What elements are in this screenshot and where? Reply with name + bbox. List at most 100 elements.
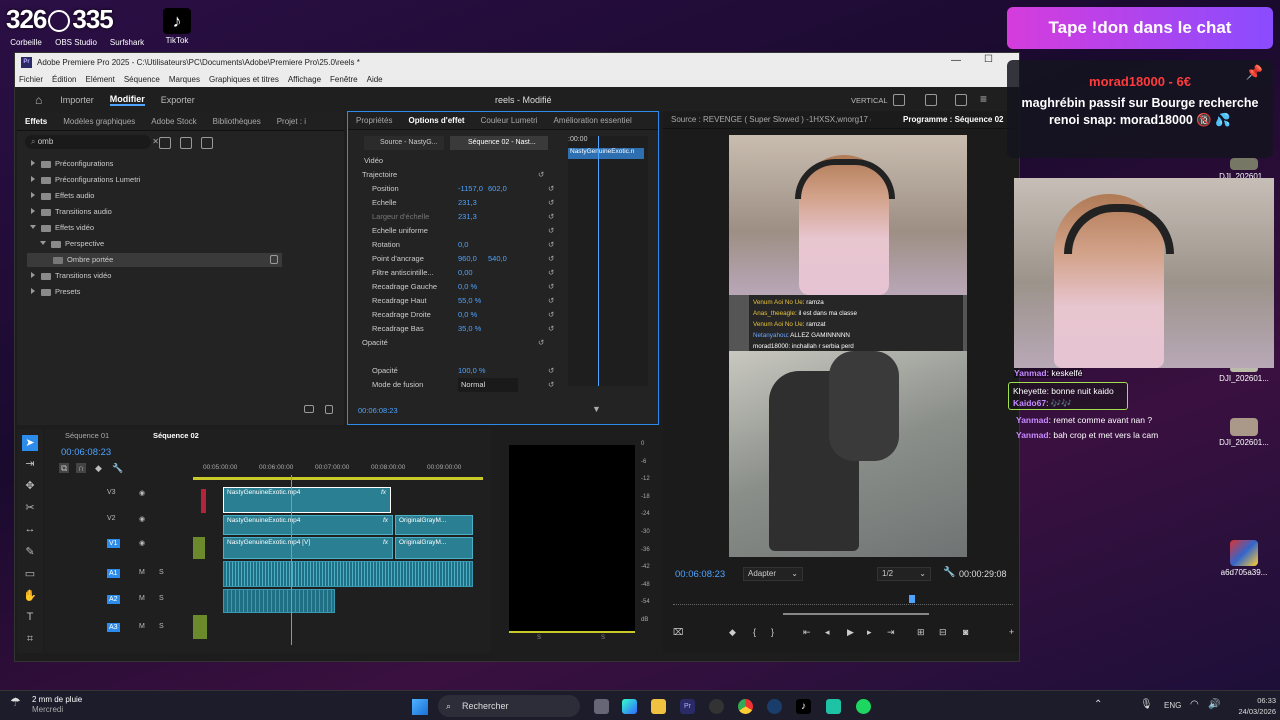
program-ruler[interactable] (673, 595, 1013, 605)
menu-icon[interactable]: ≡ (980, 92, 987, 106)
property-row[interactable]: Recadrage Gauche 0,0 % ↺ (372, 280, 554, 294)
mute-icon[interactable]: M (139, 595, 145, 602)
taskbar-search[interactable]: ⌕ Rechercher (438, 695, 580, 717)
ripple-tool-icon[interactable]: ✥ (17, 479, 43, 501)
mute-icon[interactable]: M (139, 569, 145, 576)
property-row[interactable]: Recadrage Bas 35,0 % ↺ (372, 322, 554, 336)
property-value[interactable]: 960,0 (458, 252, 488, 266)
tree-item-preconfig[interactable]: Préconfigurations (31, 157, 113, 171)
track-select-tool-icon[interactable]: ⇥ (17, 457, 43, 479)
property-row[interactable]: Rotation 0,0 ↺ (372, 238, 554, 252)
property-row[interactable]: Position -1157,0 602,0 ↺ (372, 182, 554, 196)
property-value[interactable]: 55,0 % (458, 294, 488, 308)
tree-item-transitions-video[interactable]: Transitions vidéo (31, 269, 111, 283)
property-value-2[interactable]: 602,0 (488, 184, 507, 193)
steam-icon[interactable] (767, 699, 782, 714)
property-row[interactable]: Echelle 231,3 ↺ (372, 196, 554, 210)
tab-modeles[interactable]: Modèles graphiques (63, 117, 135, 126)
timeline-tab-seq02[interactable]: Séquence 02 (153, 431, 199, 440)
lift-icon[interactable]: ⊞ (917, 627, 925, 638)
minimize-button[interactable]: — (951, 55, 961, 66)
source-monitor-label[interactable]: Source : REVENGE ( Super Slowed ) -1HXSX… (671, 115, 871, 124)
tab-bibliotheques[interactable]: Bibliothèques (213, 117, 261, 126)
clock[interactable]: 06:33 24/03/2026 (1228, 695, 1276, 717)
property-value[interactable]: 231,3 (458, 210, 488, 224)
tab-projet[interactable]: Projet : i (277, 117, 306, 126)
premiere-taskbar-icon[interactable]: Pr (680, 699, 695, 714)
go-to-in-icon[interactable]: ⇤ (803, 627, 811, 638)
menu-fichier[interactable]: Fichier (19, 75, 43, 84)
marker-icon[interactable]: ⌧ (673, 627, 683, 638)
property-row[interactable]: Recadrage Droite 0,0 % ↺ (372, 308, 554, 322)
property-row[interactable]: Point d'ancrage 960,0 540,0 ↺ (372, 252, 554, 266)
weather-widget[interactable]: ☂ 2 mm de pluie Mercredi (10, 695, 82, 715)
ec-playhead[interactable] (598, 136, 599, 386)
obs-taskbar-icon[interactable] (709, 699, 724, 714)
reset-icon[interactable]: ↺ (548, 196, 554, 210)
property-row[interactable]: Mode de fusion Normal ↺ (372, 378, 554, 392)
property-value[interactable]: 100,0 % (458, 364, 488, 378)
menu-sequence[interactable]: Séquence (124, 75, 160, 84)
tree-item-perspective[interactable]: Perspective (40, 237, 104, 251)
menu-affichage[interactable]: Affichage (288, 75, 321, 84)
razor-tool-icon[interactable]: ✂ (17, 501, 43, 523)
property-row[interactable]: Echelle uniforme ↺ (372, 224, 554, 238)
effects-search[interactable]: ⌕ omb ✕ (25, 135, 159, 149)
language-indicator[interactable]: ENG (1164, 701, 1181, 710)
linked-selection-icon[interactable]: ∩ (75, 463, 87, 473)
tree-item-transitions-audio[interactable]: Transitions audio (31, 205, 112, 219)
resolution-dropdown[interactable]: 1/2 ⌄ (877, 567, 931, 581)
yuv-effects-icon[interactable] (201, 137, 213, 149)
tab-adobe-stock[interactable]: Adobe Stock (151, 117, 196, 126)
property-value[interactable]: 0,0 % (458, 280, 488, 294)
desktop-icon-dji-3[interactable]: DJI_202601... (1214, 418, 1274, 447)
mark-in-icon[interactable]: { (753, 627, 756, 637)
tab-options-effet[interactable]: Options d'effet (408, 116, 464, 125)
chrome-icon[interactable] (738, 699, 753, 714)
clip-v2-b[interactable]: OriginalGrayM... (395, 515, 473, 535)
green-clip[interactable] (193, 537, 205, 559)
red-clip[interactable] (201, 489, 206, 513)
tree-item-effets-audio[interactable]: Effets audio (31, 189, 94, 203)
maximize-button[interactable]: ☐ (984, 54, 993, 65)
source-tab[interactable]: Source - NastyG... (364, 136, 444, 150)
property-value[interactable]: 231,3 (458, 196, 488, 210)
captions-tool-icon[interactable]: ⌗ (17, 633, 43, 655)
property-value-2[interactable]: 540,0 (488, 254, 507, 263)
type-tool-icon[interactable]: T (17, 611, 43, 633)
timeline-playhead[interactable] (291, 475, 292, 645)
reset-icon[interactable]: ↺ (548, 252, 554, 266)
property-row[interactable]: Opacité 100,0 % ↺ (372, 364, 554, 378)
tab-amelioration[interactable]: Amélioration essentiel (554, 116, 632, 125)
menu-element[interactable]: Elément (85, 75, 114, 84)
task-view-icon[interactable] (594, 699, 609, 714)
audio-clip-a2[interactable] (223, 589, 335, 613)
add-marker-icon[interactable]: ◆ (95, 463, 102, 473)
add-button-icon[interactable]: + (1009, 627, 1014, 637)
property-row[interactable]: Opacité ↺ (362, 336, 544, 350)
filter-icon[interactable]: ▼ (592, 404, 601, 414)
program-timecode[interactable]: 00:06:08:23 (675, 569, 725, 580)
rectangle-tool-icon[interactable]: ▭ (17, 567, 43, 589)
wrench-icon[interactable]: 🔧 (943, 567, 955, 578)
wifi-icon[interactable]: ◠ (1190, 699, 1199, 710)
add-marker-icon[interactable]: ◆ (729, 627, 736, 638)
spotify-icon[interactable] (856, 699, 871, 714)
clear-search-icon[interactable]: ✕ (152, 135, 159, 149)
slip-tool-icon[interactable]: ↔ (17, 523, 43, 545)
tree-item-lumetri[interactable]: Préconfigurations Lumetri (31, 173, 140, 187)
share-icon[interactable] (955, 94, 967, 106)
32bit-effects-icon[interactable] (180, 137, 192, 149)
surfshark-taskbar-icon[interactable] (826, 699, 841, 714)
tree-item-presets[interactable]: Presets (31, 285, 80, 299)
export-frame-icon[interactable]: ◙ (963, 627, 968, 637)
tray-chevron-icon[interactable]: ⌃ (1094, 699, 1102, 710)
reset-icon[interactable]: ↺ (548, 308, 554, 322)
mute-icon[interactable]: M (139, 623, 145, 630)
meter-channel-right[interactable]: S (601, 635, 605, 641)
property-value[interactable]: -1157,0 (458, 182, 488, 196)
clip-v1-a[interactable]: NastyGenuineExotic.mp4 [V] fx (223, 537, 393, 559)
property-value[interactable]: Normal (458, 378, 518, 392)
hand-tool-icon[interactable]: ✋ (17, 589, 43, 611)
layout-label[interactable]: VERTICAL (851, 96, 888, 105)
